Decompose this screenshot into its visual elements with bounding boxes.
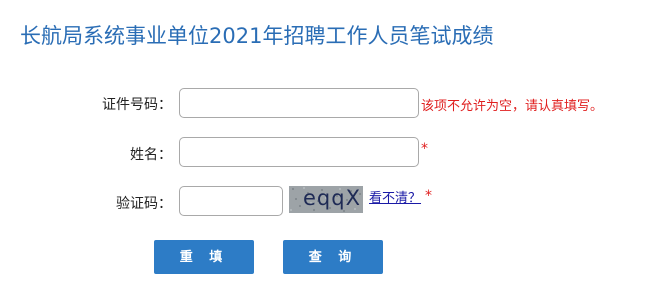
captcha-text: eqqX [303, 186, 361, 210]
query-button[interactable]: 查 询 [283, 240, 383, 274]
id-number-input[interactable] [179, 88, 419, 118]
reset-button[interactable]: 重 填 [154, 240, 254, 274]
captcha-input[interactable] [179, 186, 283, 216]
name-required-mark: * [421, 141, 428, 157]
captcha-required-mark: * [425, 188, 432, 204]
captcha-image[interactable]: eqqX [289, 186, 363, 213]
id-number-error: 该项不允许为空，请认真填写。 [421, 99, 604, 114]
page-title: 长航局系统事业单位2021年招聘工作人员笔试成绩 [20, 24, 494, 48]
query-page: 长航局系统事业单位2021年招聘工作人员笔试成绩 证件号码： 该项不允许为空，请… [0, 0, 655, 306]
captcha-label: 验证码： [116, 196, 172, 212]
name-input[interactable] [179, 137, 419, 167]
name-label: 姓名： [130, 147, 172, 163]
refresh-captcha-link[interactable]: 看不清？ [369, 187, 421, 206]
id-number-label: 证件号码： [102, 97, 172, 113]
